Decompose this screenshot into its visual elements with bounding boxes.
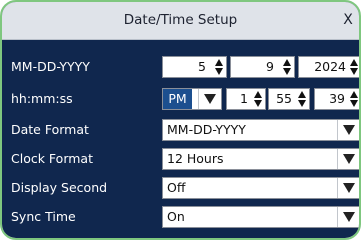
day-value: 9 bbox=[266, 59, 274, 74]
date-format-row: Date Format MM-DD-YYYY bbox=[2, 119, 359, 141]
dialog-title: Date/Time Setup bbox=[123, 12, 238, 28]
second-spinner[interactable]: 39 bbox=[314, 88, 359, 110]
second-value: 39 bbox=[329, 91, 345, 106]
ampm-value: PM bbox=[163, 89, 192, 109]
hour-spinner[interactable]: 1 bbox=[226, 88, 266, 110]
sync-time-value: On bbox=[167, 209, 185, 224]
sync-time-select[interactable]: On bbox=[162, 206, 359, 228]
sync-time-label: Sync Time bbox=[11, 209, 76, 224]
clock-format-label: Clock Format bbox=[11, 151, 93, 166]
dropdown-arrow-icon[interactable] bbox=[198, 89, 221, 109]
display-second-value: Off bbox=[167, 180, 186, 195]
ampm-select[interactable]: PM bbox=[162, 88, 222, 110]
minute-value: 55 bbox=[276, 91, 292, 106]
year-value: 2024 bbox=[314, 59, 346, 74]
dropdown-arrow-icon[interactable] bbox=[337, 178, 359, 198]
display-second-label: Display Second bbox=[11, 180, 108, 195]
display-second-row: Display Second Off bbox=[2, 177, 359, 199]
dropdown-arrow-icon[interactable] bbox=[337, 149, 359, 169]
minute-spinner[interactable]: 55 bbox=[268, 88, 310, 110]
sync-time-row: Sync Time On bbox=[2, 206, 359, 228]
clock-format-row: Clock Format 12 Hours bbox=[2, 148, 359, 170]
dropdown-arrow-icon[interactable] bbox=[337, 207, 359, 227]
hour-value: 1 bbox=[240, 91, 248, 106]
month-spinner[interactable]: 5 bbox=[162, 56, 227, 78]
spin-arrows-icon[interactable] bbox=[254, 91, 262, 107]
month-value: 5 bbox=[198, 59, 206, 74]
spin-arrows-icon[interactable] bbox=[298, 91, 306, 107]
spin-arrows-icon[interactable] bbox=[350, 91, 358, 107]
dropdown-arrow-icon[interactable] bbox=[337, 120, 359, 140]
year-spinner[interactable]: 2024 bbox=[298, 56, 359, 78]
clock-format-select[interactable]: 12 Hours bbox=[162, 148, 359, 170]
spin-arrows-icon[interactable] bbox=[283, 59, 291, 75]
date-label: MM-DD-YYYY bbox=[11, 59, 90, 74]
time-label: hh:mm:ss bbox=[11, 91, 73, 106]
date-time-setup-dialog: Date/Time Setup X MM-DD-YYYY 5 9 2024 hh… bbox=[2, 2, 359, 238]
close-button[interactable]: X bbox=[337, 2, 359, 39]
spin-arrows-icon[interactable] bbox=[350, 59, 358, 75]
date-format-select[interactable]: MM-DD-YYYY bbox=[162, 119, 359, 141]
day-spinner[interactable]: 9 bbox=[230, 56, 295, 78]
date-row: MM-DD-YYYY 5 9 2024 bbox=[2, 56, 359, 78]
date-format-label: Date Format bbox=[11, 122, 89, 137]
date-format-value: MM-DD-YYYY bbox=[167, 122, 246, 137]
device-screen: Date/Time Setup X MM-DD-YYYY 5 9 2024 hh… bbox=[0, 0, 361, 240]
spin-arrows-icon[interactable] bbox=[215, 59, 223, 75]
time-row: hh:mm:ss PM 1 55 39 bbox=[2, 88, 359, 110]
display-second-select[interactable]: Off bbox=[162, 177, 359, 199]
dialog-title-bar: Date/Time Setup X bbox=[2, 2, 359, 40]
clock-format-value: 12 Hours bbox=[167, 151, 224, 166]
